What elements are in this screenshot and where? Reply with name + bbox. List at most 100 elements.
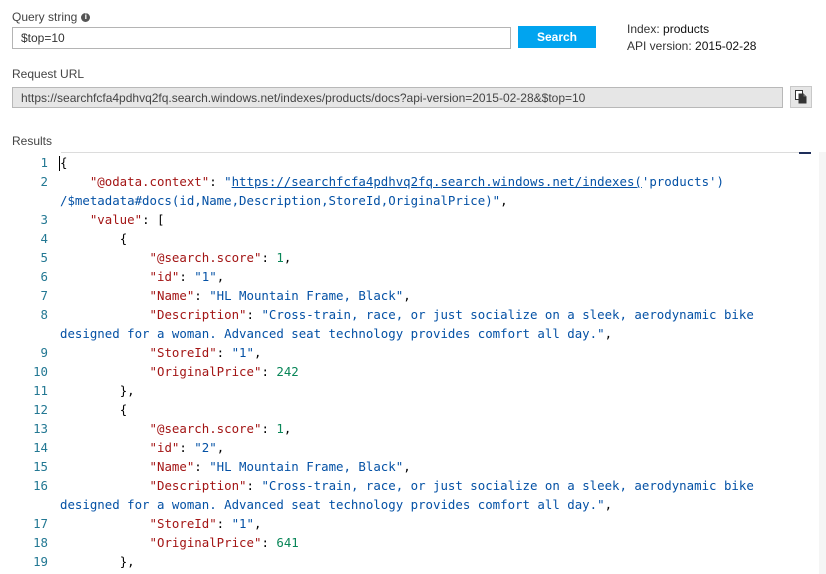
line-content: }, (60, 381, 135, 400)
code-token: : (194, 288, 210, 303)
code-token: , (253, 516, 262, 531)
line-content: designed for a woman. Advanced seat tech… (60, 495, 612, 514)
code-token: { (119, 402, 128, 417)
code-token: , (216, 440, 225, 455)
line-content: "StoreId": "1", (60, 514, 262, 533)
line-number: 3 (40, 212, 48, 227)
code-token: : (194, 459, 210, 474)
results-code-editor[interactable]: 1 {2 "@odata.context": "https://searchfcf… (12, 152, 812, 574)
api-version-value: 2015-02-28 (695, 39, 757, 53)
code-token: , (604, 326, 613, 341)
results-label: Results (12, 134, 53, 148)
code-token: " (224, 174, 232, 189)
code-token: "Description" (149, 478, 247, 493)
line-number: 13 (33, 421, 48, 436)
code-token: "id" (149, 269, 180, 284)
line-content: "StoreId": "1", (60, 343, 262, 362)
code-token: "id" (149, 440, 180, 455)
code-token: "StoreId" (149, 516, 217, 531)
line-content: "Name": "HL Mountain Frame, Black", (60, 457, 411, 476)
code-token: "1" (231, 516, 254, 531)
code-token: : (261, 421, 277, 436)
code-token: "Description" (149, 307, 247, 322)
line-number: 19 (33, 554, 48, 569)
code-token: , (604, 497, 613, 512)
api-version-line: API version: 2015-02-28 (627, 38, 756, 55)
query-string-input[interactable] (12, 27, 511, 49)
line-content: "OriginalPrice": 641 (60, 533, 299, 552)
code-token: : [ (142, 212, 165, 227)
text-cursor (59, 156, 60, 171)
line-number: 15 (33, 459, 48, 474)
copy-button[interactable] (790, 86, 812, 108)
line-number: 11 (33, 383, 48, 398)
code-token: "HL Mountain Frame, Black" (209, 288, 404, 303)
code-token: : (246, 307, 262, 322)
line-content: "OriginalPrice": 242 (60, 362, 299, 381)
code-token: , (500, 193, 508, 208)
code-token: "OriginalPrice" (149, 535, 262, 550)
code-token: { (60, 155, 68, 170)
code-token: "@odata.context" (89, 174, 210, 189)
code-token: /$metadata#docs(id,Name,Description,Stor… (60, 193, 501, 208)
line-number: 14 (33, 440, 48, 455)
code-token: "Name" (149, 459, 195, 474)
index-value: products (663, 22, 710, 36)
code-token: : (261, 535, 277, 550)
line-number: 12 (33, 402, 48, 417)
code-token: 641 (276, 535, 299, 550)
code-token: , (403, 288, 411, 303)
code-token: , (253, 345, 262, 360)
editor-scrollbar[interactable] (819, 152, 826, 574)
request-url-label: Request URL (12, 67, 85, 81)
line-number: 9 (40, 345, 48, 360)
request-url-field[interactable]: https://searchfcfa4pdhvq2fq.search.windo… (12, 87, 783, 108)
code-token: "@search.score" (149, 421, 262, 436)
index-label: Index: (627, 22, 660, 36)
code-token: 'products') (641, 174, 724, 189)
line-number: 6 (40, 269, 48, 284)
code-token: , (403, 459, 411, 474)
line-number: 17 (33, 516, 48, 531)
line-content: "value": [ (60, 210, 165, 229)
code-token: "StoreId" (149, 345, 217, 360)
code-token: "value" (89, 212, 143, 227)
code-token: }, (119, 554, 135, 569)
line-content: "@search.score": 1, (60, 248, 292, 267)
code-token: , (216, 269, 225, 284)
code-token: , (283, 250, 292, 265)
line-number: 2 (40, 174, 48, 189)
code-token: : (261, 250, 277, 265)
code-token: : (179, 440, 195, 455)
overview-ruler-marker (799, 152, 811, 154)
line-number: 10 (33, 364, 48, 379)
api-version-label: API version: (627, 39, 692, 53)
code-token: : (179, 269, 195, 284)
code-token: { (119, 231, 128, 246)
code-token: https://searchfcfa4pdhvq2fq.search.windo… (231, 174, 642, 189)
line-number: 1 (40, 155, 48, 170)
line-content: /$metadata#docs(id,Name,Description,Stor… (60, 191, 508, 210)
info-icon[interactable]: i (81, 12, 91, 22)
index-line: Index: products (627, 21, 756, 38)
code-token: : (209, 174, 225, 189)
line-content: "id": "1", (60, 267, 225, 286)
code-token: designed for a woman. Advanced seat tech… (60, 497, 605, 512)
editor-border (61, 152, 804, 153)
code-token: "OriginalPrice" (149, 364, 262, 379)
code-token: : (216, 345, 232, 360)
line-number: 8 (40, 307, 48, 322)
line-number: 7 (40, 288, 48, 303)
code-token: "Cross-train, race, or just socialize on… (261, 307, 754, 322)
code-token: "HL Mountain Frame, Black" (209, 459, 404, 474)
code-token: "2" (194, 440, 217, 455)
code-token: 242 (276, 364, 299, 379)
code-token: "Name" (149, 288, 195, 303)
line-content: "@odata.context": "https://searchfcfa4pd… (60, 172, 724, 191)
code-token: , (283, 421, 292, 436)
line-content: "Name": "HL Mountain Frame, Black", (60, 286, 411, 305)
line-number: 4 (40, 231, 48, 246)
code-token: "Cross-train, race, or just socialize on… (261, 478, 754, 493)
line-number: 18 (33, 535, 48, 550)
search-button[interactable]: Search (518, 26, 596, 48)
